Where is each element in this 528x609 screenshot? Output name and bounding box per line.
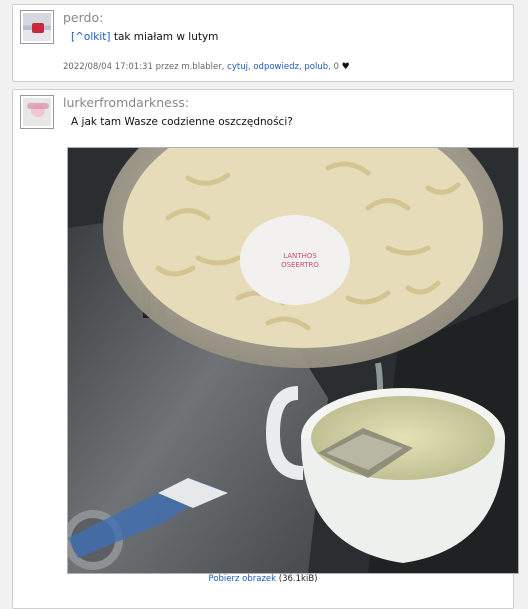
username[interactable]: lurkerfromdarkness: <box>63 95 189 110</box>
heart-icon: ♥ <box>341 62 350 72</box>
post: lurkerfromdarkness: A jak tam Wasze codz… <box>12 89 519 609</box>
download-image-link[interactable]: Pobierz obrazek <box>209 574 277 584</box>
post-image[interactable]: LANTHOS OSEERTRO <box>67 147 519 574</box>
post-message: [^olkit] tak miałam w lutym <box>71 31 218 43</box>
reply-reference-link[interactable]: ^olkit <box>75 31 106 43</box>
post-datetime: 2022/08/04 17:01:31 <box>63 62 153 72</box>
download-line: Pobierz obrazek (36.1kiB) <box>13 574 513 584</box>
egg-stamp: LANTHOS <box>283 252 317 260</box>
avatar[interactable] <box>20 10 54 44</box>
reply-link[interactable]: odpowiedz <box>253 62 299 72</box>
image-size: (36.1kiB) <box>278 574 318 584</box>
post-message: A jak tam Wasze codzienne oszczędności? <box>71 116 293 128</box>
post: perdo: [^olkit] tak miałam w lutym 2022/… <box>12 4 514 82</box>
svg-text:OSEERTRO: OSEERTRO <box>281 261 319 269</box>
like-count: 0 <box>333 62 339 72</box>
quote-link[interactable]: cytuj <box>227 62 248 72</box>
avatar[interactable] <box>20 95 54 129</box>
username[interactable]: perdo: <box>63 10 103 25</box>
like-link[interactable]: polub <box>304 62 328 72</box>
post-meta: 2022/08/04 17:01:31 przez m.blabler, cyt… <box>63 62 350 72</box>
message-text: tak miałam w lutym <box>110 31 219 43</box>
post-author: przez m.blabler, <box>152 62 228 72</box>
photo-sink-pasta: LANTHOS OSEERTRO <box>68 148 518 573</box>
